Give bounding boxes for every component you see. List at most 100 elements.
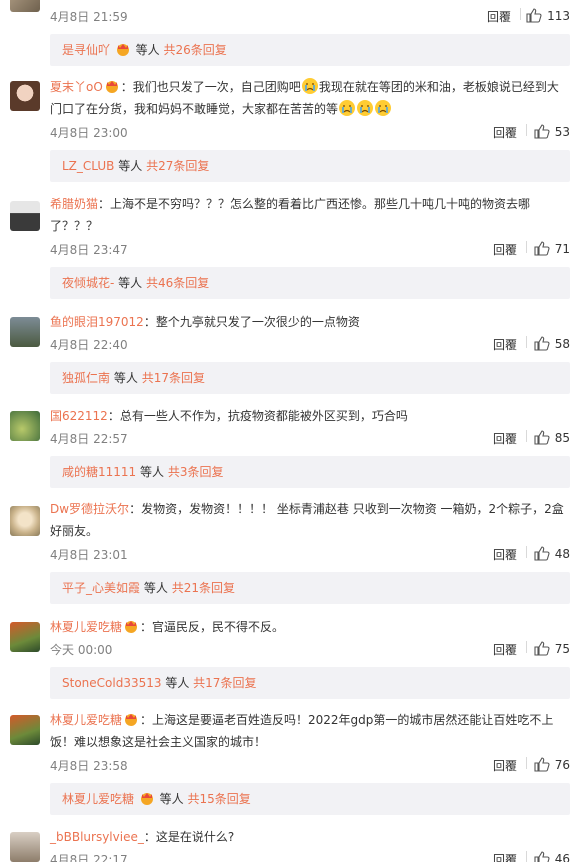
- reply-button[interactable]: 回覆: [493, 336, 517, 353]
- thumbs-up-icon: [534, 241, 550, 256]
- sub-replies-box: StoneCold33513 等人 共17条回复: [50, 667, 570, 699]
- like-button[interactable]: 75: [534, 641, 570, 656]
- like-button[interactable]: 58: [534, 336, 570, 351]
- sub-reply-username[interactable]: 林夏儿爱吃糖: [62, 792, 134, 806]
- sub-reply-username[interactable]: 独孤仁南: [62, 371, 110, 385]
- avatar[interactable]: [10, 506, 40, 536]
- comment-time: 4月8日 22:40: [50, 338, 128, 352]
- divider: [520, 8, 521, 20]
- others-label: 等人: [118, 276, 143, 290]
- comment-text: ：官逼民反，民不得不反。: [140, 620, 285, 634]
- sub-reply-username[interactable]: 夜倾城花-: [62, 276, 114, 290]
- divider: [526, 124, 527, 136]
- divider: [526, 336, 527, 348]
- comment-text: ：上海不是不穷吗？？？怎么整的看着比广西还惨。那些几十吨几十吨的物资去哪了？？？: [50, 197, 531, 233]
- crying-emoji-icon: [356, 99, 374, 117]
- reply-count-link[interactable]: 共15条回复: [188, 792, 251, 806]
- sub-reply-username[interactable]: 平子_心美如霞: [62, 581, 140, 595]
- sub-replies-box: 平子_心美如霞 等人 共21条回复: [50, 572, 570, 604]
- reply-count-link[interactable]: 共46条回复: [146, 276, 209, 290]
- comment-meta: 4月8日 23:00 回覆 53: [50, 124, 570, 142]
- avatar[interactable]: [10, 0, 40, 12]
- comment-time: 4月8日 22:17: [50, 853, 128, 862]
- comment-meta: 4月8日 22:57 回覆 85: [50, 430, 570, 448]
- thumbs-up-icon: [534, 124, 550, 139]
- comment-username[interactable]: 林夏儿爱吃糖: [50, 713, 122, 727]
- sub-reply-username[interactable]: LZ_CLUB: [62, 159, 114, 173]
- like-button[interactable]: 46: [534, 851, 570, 862]
- sub-reply-username[interactable]: 咸的糖11111: [62, 465, 136, 479]
- reply-button[interactable]: 回覆: [493, 851, 517, 862]
- comment-username[interactable]: _bBBlursylviee_: [50, 830, 144, 844]
- sub-replies-box: 独孤仁南 等人 共17条回复: [50, 362, 570, 394]
- reply-count-link[interactable]: 共3条回复: [168, 465, 224, 479]
- like-button[interactable]: 71: [534, 241, 570, 256]
- comment-username[interactable]: 鱼的眼泪197012: [50, 315, 144, 329]
- vip-badge-icon: [115, 36, 131, 56]
- comment-username[interactable]: 希腊奶猫: [50, 197, 98, 211]
- sub-reply-username[interactable]: StoneCold33513: [62, 676, 162, 690]
- avatar[interactable]: [10, 715, 40, 745]
- sub-replies-box: LZ_CLUB 等人 共27条回复: [50, 150, 570, 182]
- crying-emoji-icon: [301, 77, 319, 95]
- reply-button[interactable]: 回覆: [493, 641, 517, 658]
- others-label: 等人: [165, 676, 190, 690]
- comment-time: 4月8日 23:00: [50, 126, 128, 140]
- reply-button[interactable]: 回覆: [493, 546, 517, 563]
- divider: [526, 430, 527, 442]
- like-button[interactable]: 48: [534, 546, 570, 561]
- like-button[interactable]: 113: [526, 8, 570, 23]
- comment-body: 国622112：总有一些人不作为，抗疫物资都能被外区买到，巧合吗: [50, 405, 570, 427]
- reply-button[interactable]: 回覆: [493, 124, 517, 141]
- like-count: 48: [554, 546, 570, 561]
- like-count: 46: [554, 851, 570, 862]
- reply-button[interactable]: 回覆: [493, 241, 517, 258]
- reply-count-link[interactable]: 共26条回复: [164, 43, 227, 57]
- comment-meta: 4月8日 23:01 回覆 48: [50, 546, 570, 564]
- reply-count-link[interactable]: 共17条回复: [142, 371, 205, 385]
- reply-count-link[interactable]: 共21条回复: [172, 581, 235, 595]
- comment-username[interactable]: Dw罗德拉沃尔: [50, 502, 129, 516]
- comment-time: 4月8日 23:47: [50, 243, 128, 257]
- sub-replies-box: 咸的糖11111 等人 共3条回复: [50, 456, 570, 488]
- reply-count-link[interactable]: 共17条回复: [193, 676, 256, 690]
- sub-reply-username[interactable]: 是寻仙吖: [62, 43, 110, 57]
- comment-meta: 今天 00:00 回覆 75: [50, 641, 570, 659]
- divider: [526, 241, 527, 253]
- avatar[interactable]: [10, 317, 40, 347]
- vip-badge-icon: [123, 711, 139, 726]
- divider: [526, 546, 527, 558]
- reply-count-link[interactable]: 共27条回复: [146, 159, 209, 173]
- comment-text: ：总有一些人不作为，抗疫物资都能被外区买到，巧合吗: [107, 409, 408, 423]
- avatar[interactable]: [10, 622, 40, 652]
- comment-time: 4月8日 23:01: [50, 548, 128, 562]
- others-label: 等人: [159, 792, 184, 806]
- like-button[interactable]: 53: [534, 124, 570, 139]
- reply-button[interactable]: 回覆: [493, 757, 517, 774]
- comment-meta: 4月8日 22:40 回覆 58: [50, 336, 570, 354]
- comment-username[interactable]: 国622112: [50, 409, 108, 423]
- comment-time: 4月8日 22:57: [50, 432, 128, 446]
- comment-body: 希腊奶猫：上海不是不穷吗？？？怎么整的看着比广西还惨。那些几十吨几十吨的物资去哪…: [50, 193, 570, 237]
- avatar[interactable]: [10, 411, 40, 441]
- comment-time: 4月8日 23:58: [50, 759, 128, 773]
- vip-badge-icon: [104, 78, 120, 93]
- avatar[interactable]: [10, 201, 40, 231]
- sub-replies-box: 是寻仙吖 等人 共26条回复: [50, 34, 570, 66]
- like-button[interactable]: 85: [534, 430, 570, 445]
- comment-username[interactable]: 林夏儿爱吃糖: [50, 620, 122, 634]
- like-count: 75: [554, 641, 570, 656]
- reply-button[interactable]: 回覆: [487, 8, 511, 25]
- avatar[interactable]: [10, 832, 40, 862]
- divider: [526, 851, 527, 862]
- avatar[interactable]: [10, 81, 40, 111]
- like-button[interactable]: 76: [534, 757, 570, 772]
- thumbs-up-icon: [534, 430, 550, 445]
- reply-button[interactable]: 回覆: [493, 430, 517, 447]
- sub-replies-box: 夜倾城花- 等人 共46条回复: [50, 267, 570, 299]
- comment-meta: 4月8日 23:58 回覆 76: [50, 757, 570, 775]
- comment-text: ：这是在说什么?: [143, 830, 235, 844]
- comment-time: 今天 00:00: [50, 643, 113, 657]
- others-label: 等人: [113, 371, 138, 385]
- comment-username[interactable]: 夏末丫oO: [50, 80, 103, 94]
